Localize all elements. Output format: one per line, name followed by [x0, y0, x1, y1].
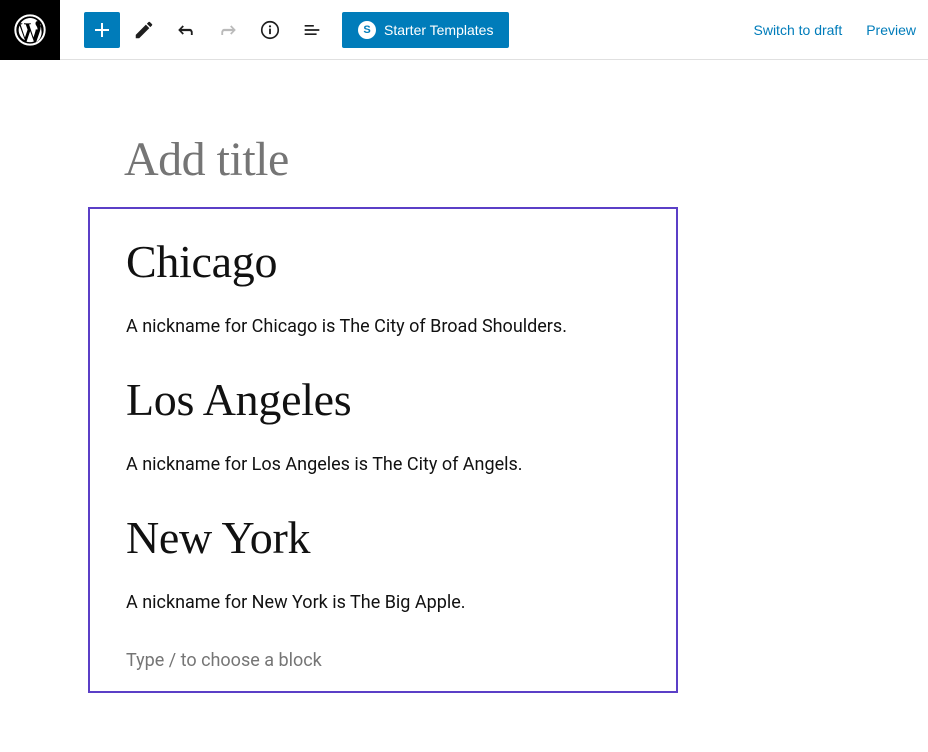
paragraph-block[interactable]: A nickname for Chicago is The City of Br…	[126, 314, 640, 339]
starter-templates-label: Starter Templates	[384, 22, 493, 38]
preview-button[interactable]: Preview	[866, 22, 916, 38]
info-icon	[259, 19, 281, 41]
wordpress-logo[interactable]	[0, 0, 60, 60]
toolbar-left-group: S Starter Templates	[84, 12, 509, 48]
list-icon	[301, 19, 323, 41]
post-title-area[interactable]: Add title	[0, 132, 928, 207]
pencil-icon	[133, 19, 155, 41]
redo-button[interactable]	[210, 12, 246, 48]
heading-block[interactable]: Chicago	[126, 235, 640, 288]
heading-block[interactable]: New York	[126, 511, 640, 564]
editor-canvas: Add title Chicago A nickname for Chicago…	[0, 60, 928, 693]
outline-button[interactable]	[294, 12, 330, 48]
starter-templates-icon: S	[358, 21, 376, 39]
info-button[interactable]	[252, 12, 288, 48]
wordpress-icon	[14, 14, 46, 46]
add-block-button[interactable]	[84, 12, 120, 48]
starter-templates-button[interactable]: S Starter Templates	[342, 12, 509, 48]
toolbar-right-group: Switch to draft Preview	[754, 22, 917, 38]
undo-icon	[175, 19, 197, 41]
editor-toolbar: S Starter Templates Switch to draft Prev…	[0, 0, 928, 60]
selected-block-group[interactable]: Chicago A nickname for Chicago is The Ci…	[88, 207, 678, 693]
paragraph-block[interactable]: A nickname for New York is The Big Apple…	[126, 590, 640, 615]
redo-icon	[217, 19, 239, 41]
block-appender-prompt[interactable]: Type / to choose a block	[126, 650, 640, 671]
switch-to-draft-button[interactable]: Switch to draft	[754, 22, 843, 38]
paragraph-block[interactable]: A nickname for Los Angeles is The City o…	[126, 452, 640, 477]
post-title-placeholder: Add title	[124, 132, 928, 187]
plus-icon	[90, 18, 114, 42]
edit-tools-button[interactable]	[126, 12, 162, 48]
heading-block[interactable]: Los Angeles	[126, 373, 640, 426]
undo-button[interactable]	[168, 12, 204, 48]
